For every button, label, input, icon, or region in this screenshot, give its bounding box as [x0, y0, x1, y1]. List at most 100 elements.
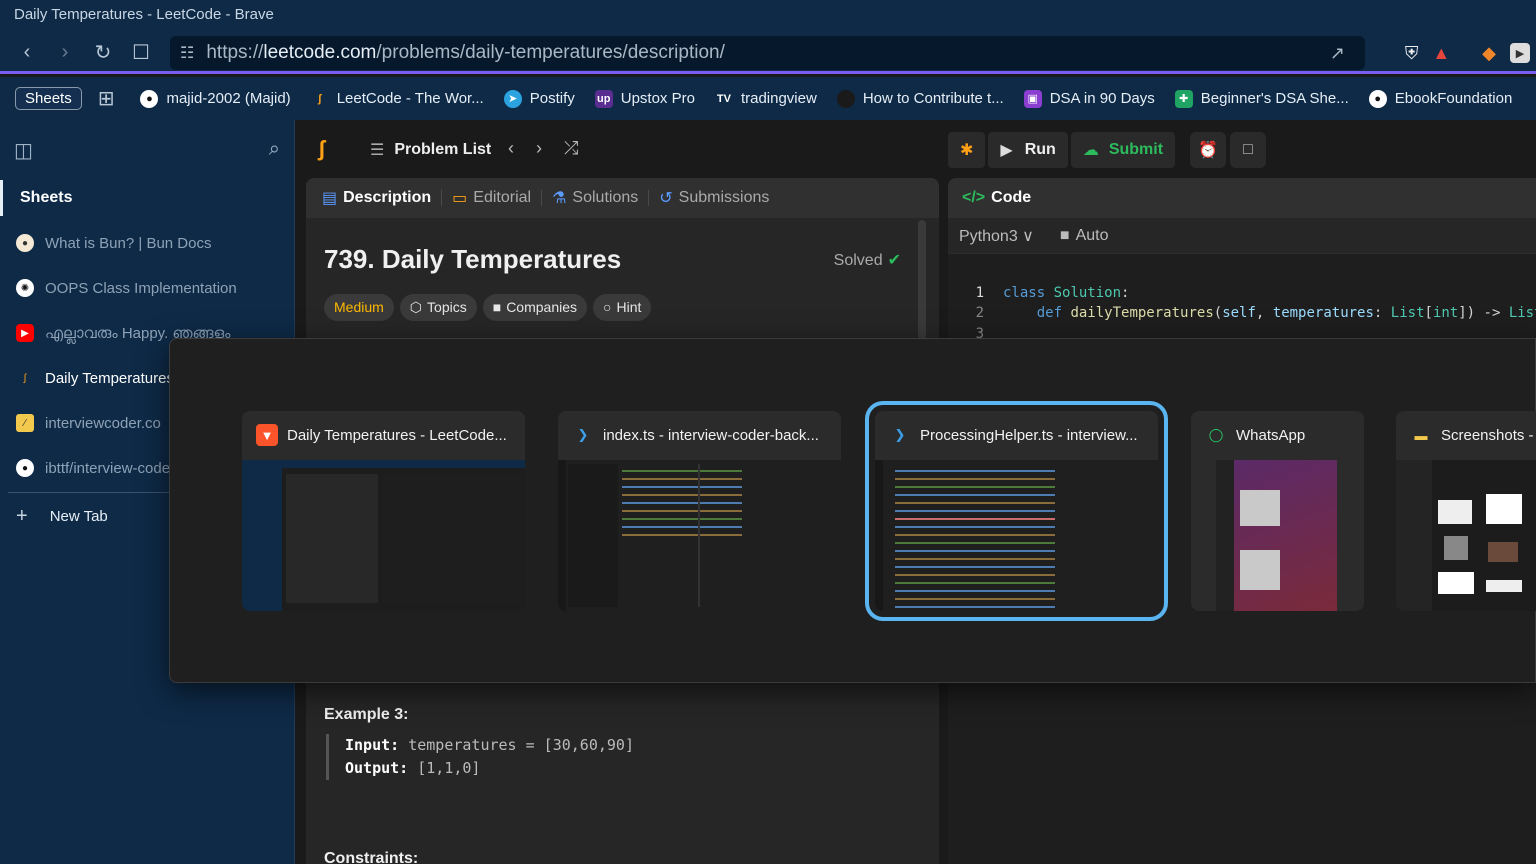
next-problem-icon[interactable]: › [536, 138, 542, 159]
window-title: Daily Temperatures - LeetCode - Brave [0, 0, 1536, 34]
tab-editorial[interactable]: ▭ Editorial [452, 188, 531, 208]
switcher-card-vscode-processinghelper[interactable]: ❯ ProcessingHelper.ts - interview... [865, 401, 1168, 621]
document-icon: ▤ [322, 190, 338, 207]
window-thumbnail [1216, 460, 1337, 611]
switcher-card-brave[interactable]: ▼ Daily Temperatures - LeetCode... [242, 411, 525, 611]
address-bar[interactable]: ☷ https://leetcode.com/problems/daily-te… [170, 36, 1365, 70]
flask-icon: ⚗ [552, 190, 567, 207]
description-tabs: ▤ Description ▭ Editorial ⚗ Solutions ↺ Subm… [306, 178, 939, 218]
debug-button[interactable]: ✱ [948, 132, 986, 168]
solved-status: Solved ✔ [833, 252, 901, 269]
sidebar-tab[interactable]: ● What is Bun? | Bun Docs [16, 228, 291, 258]
forward-icon[interactable]: › [46, 34, 84, 72]
prev-problem-icon[interactable]: ‹ [508, 138, 514, 159]
run-button[interactable]: ▶ Run [988, 132, 1068, 168]
github-icon: ● [140, 89, 159, 108]
bookmark-item[interactable]: ➤ Postify [503, 89, 575, 108]
interviewcoder-icon: ∕ [16, 414, 34, 432]
bookmark-item[interactable]: ✚ Beginner's DSA She... [1174, 89, 1349, 108]
url-prefix: https:// [206, 42, 264, 63]
github-icon: ● [16, 459, 34, 477]
window-switcher: ▼ Daily Temperatures - LeetCode... ❯ index… [169, 338, 1536, 683]
cloud-upload-icon: ☁ [1082, 142, 1099, 159]
submit-button[interactable]: ☁ Submit [1070, 132, 1176, 168]
history-icon: ↺ [659, 190, 673, 207]
github-icon: ● [1368, 89, 1387, 108]
bookmarks-bar: Sheets ⊞ ● majid-2002 (Majid) ʃ LeetCode -… [0, 77, 1536, 120]
site-settings-icon[interactable]: ☷ [180, 43, 194, 63]
tradingview-icon: TV [716, 92, 731, 105]
url-host: leetcode.com [263, 42, 377, 63]
reload-icon[interactable]: ↻ [84, 34, 122, 72]
telegram-icon: ➤ [503, 89, 522, 108]
metamask-icon[interactable]: ◆ [1482, 43, 1496, 64]
shuffle-icon[interactable]: ⤮ [564, 138, 578, 159]
notes-icon[interactable]: □ [1230, 132, 1266, 168]
sidebar-tab[interactable]: ✺ OOPS Class Implementation [16, 273, 291, 303]
example-title: Example 3: [324, 706, 409, 723]
bookmark-item[interactable]: How to Contribute t... [836, 89, 1004, 108]
description-scrollbar[interactable] [918, 220, 926, 340]
tab-code[interactable]: </> Code [948, 178, 1536, 218]
code-icon: </> [962, 189, 986, 206]
sheets-button[interactable]: Sheets [15, 87, 82, 110]
example-block: Input: temperatures = [30,60,90] Output:… [326, 734, 634, 780]
companies-chip[interactable]: ■ Companies [482, 294, 588, 321]
bookmark-icon[interactable]: ☐ [122, 34, 160, 72]
tab-submissions[interactable]: ↺ Submissions [659, 188, 769, 208]
sidebar-section-sheets[interactable]: Sheets [0, 180, 294, 216]
window-thumbnail [558, 460, 841, 611]
language-select[interactable]: Python3 ∨ [959, 226, 1034, 246]
book-icon: ▭ [452, 190, 468, 207]
globe-icon [836, 89, 855, 108]
youtube-icon: ▶ [16, 324, 34, 342]
bookmark-item[interactable]: ● majid-2002 (Majid) [140, 89, 291, 108]
constraints-heading: Constraints: [324, 850, 419, 864]
lock-icon: ■ [492, 299, 502, 315]
bookmark-item[interactable]: ● EbookFoundation [1368, 89, 1512, 108]
sheets-icon: ✚ [1174, 89, 1193, 108]
brave-rewards-icon[interactable]: ▲ [1432, 43, 1450, 64]
leetcode-icon: ʃ [317, 92, 322, 105]
vscode-icon: ❯ [894, 427, 906, 442]
grid-icon[interactable]: ⊞ [98, 86, 115, 111]
chevron-down-icon: ∨ [1022, 227, 1034, 245]
share-icon[interactable]: ↗ [1330, 43, 1345, 64]
hint-chip[interactable]: ○ Hint [593, 294, 652, 321]
topics-chip[interactable]: ⬡ Topics [399, 294, 477, 321]
window-thumbnail [242, 460, 525, 611]
problem-list-button[interactable]: ☰ Problem List [370, 140, 491, 160]
search-icon[interactable]: ⌕ [269, 138, 280, 163]
sidebar-toggle-icon[interactable]: ◫ [14, 138, 33, 163]
check-circle-icon: ✔ [887, 252, 901, 269]
list-icon: ☰ [370, 142, 385, 159]
twitch-icon: ▣ [1023, 89, 1042, 108]
bookmark-item[interactable]: ▣ DSA in 90 Days [1023, 89, 1155, 108]
tab-solutions[interactable]: ⚗ Solutions [552, 188, 638, 208]
leetcode-logo-icon[interactable]: ʃ [318, 136, 325, 162]
extension-icon[interactable]: ▶ [1510, 43, 1530, 63]
tag-icon: ⬡ [409, 299, 423, 315]
switcher-card-whatsapp[interactable]: ◯ WhatsApp [1191, 411, 1364, 611]
play-icon: ▶ [1000, 142, 1013, 159]
folder-icon: ▬ [1414, 427, 1428, 443]
url-path: /problems/daily-temperatures/description… [376, 42, 725, 63]
back-icon[interactable]: ‹ [8, 34, 46, 72]
bug-icon: ✱ [960, 142, 974, 159]
auto-toggle[interactable]: ■ Auto [1060, 227, 1109, 245]
tab-description[interactable]: ▤ Description [322, 188, 431, 208]
brave-icon: ▼ [256, 424, 278, 446]
new-tab-button[interactable]: + New Tab [16, 505, 108, 528]
timer-icon[interactable]: ⏰ [1190, 132, 1226, 168]
bookmark-item[interactable]: up Upstox Pro [594, 89, 695, 108]
bookmark-item[interactable]: ʃ LeetCode - The Wor... [311, 90, 484, 108]
whatsapp-icon: ◯ [1208, 427, 1224, 442]
switcher-card-vscode-index[interactable]: ❯ index.ts - interview-coder-back... [558, 411, 841, 611]
leetcode-toolbar: ʃ ☰ Problem List ‹ › ⤮ ✱ ▶ Run ☁ Submit ⏰ □ [296, 120, 1536, 178]
bookmark-item[interactable]: TV tradingview [715, 90, 817, 108]
difficulty-badge: Medium [324, 294, 394, 321]
brave-shields-icon[interactable]: ⛨ [1405, 43, 1419, 64]
switcher-card-screenshots[interactable]: ▬ Screenshots - [1396, 411, 1536, 611]
problem-title: 739. Daily Temperatures [324, 244, 622, 274]
vscode-icon: ❯ [577, 427, 589, 442]
